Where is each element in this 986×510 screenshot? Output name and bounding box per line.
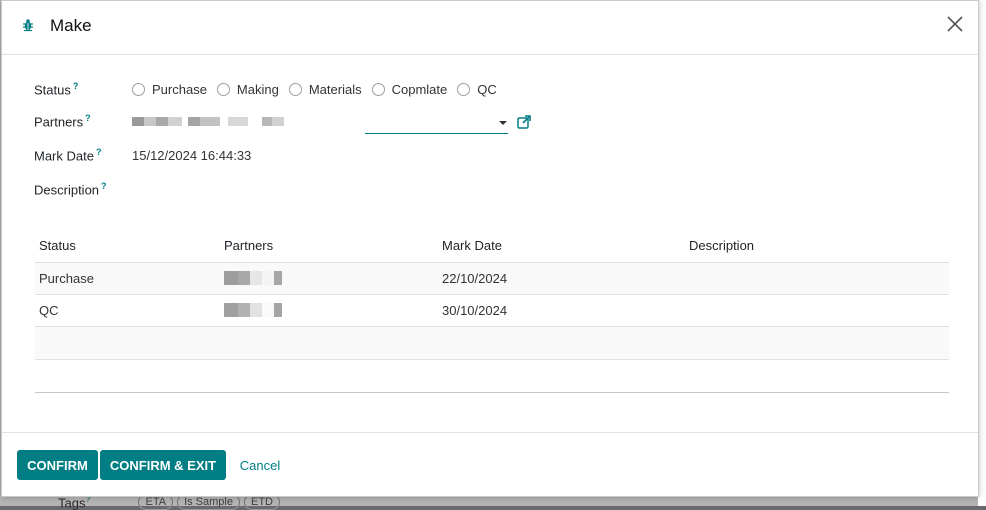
radio-button[interactable] xyxy=(288,82,302,96)
status-option-making[interactable]: Making xyxy=(216,81,279,97)
radio-button[interactable] xyxy=(216,82,230,96)
radio-label: Copmlate xyxy=(391,81,448,97)
column-header[interactable]: Partners xyxy=(220,229,438,263)
table-empty-row xyxy=(35,326,949,360)
background-page-edge xyxy=(978,0,986,506)
mark-date-value[interactable]: 15/12/2024 16:44:33 xyxy=(132,148,251,163)
partner-select-input[interactable] xyxy=(365,112,508,134)
table-cell xyxy=(685,294,949,327)
radio-label: QC xyxy=(477,81,497,97)
external-link-icon[interactable] xyxy=(517,115,531,129)
dialog-footer: CONFIRM CONFIRM & EXIT Cancel xyxy=(2,432,978,496)
description-field: Description? xyxy=(34,181,132,197)
table-cell xyxy=(220,262,438,295)
radio-button[interactable] xyxy=(132,82,145,96)
mark-date-label: Mark Date? xyxy=(34,147,102,164)
partners-field: Partners? xyxy=(34,113,284,129)
status-label: Status? xyxy=(34,81,79,98)
column-header[interactable]: Mark Date xyxy=(438,229,685,263)
help-tooltip-icon[interactable]: ? xyxy=(85,113,91,123)
status-option-copmlate[interactable]: Copmlate xyxy=(371,81,448,97)
table-row[interactable]: Purchase 22/10/2024 xyxy=(35,262,949,295)
radio-button[interactable] xyxy=(457,82,471,96)
cancel-button[interactable]: Cancel xyxy=(230,450,290,480)
table-header-row: Status Partners Mark Date Description xyxy=(35,229,949,263)
status-field: Status? Purchase Making Materials Copmla… xyxy=(34,81,507,97)
dialog-header: Make xyxy=(2,1,978,55)
status-radio-group: Purchase Making Materials Copmlate QC xyxy=(132,82,507,97)
description-label: Description? xyxy=(34,181,107,198)
confirm-button[interactable]: CONFIRM xyxy=(17,450,98,480)
status-option-purchase[interactable]: Purchase xyxy=(132,82,207,97)
dialog-title: Make xyxy=(50,16,92,35)
help-tooltip-icon[interactable]: ? xyxy=(96,147,102,157)
mark-date-field: Mark Date? 15/12/2024 16:44:33 xyxy=(34,147,251,163)
table-empty-row xyxy=(35,359,949,393)
column-header[interactable]: Description xyxy=(685,229,949,263)
close-icon[interactable] xyxy=(946,15,964,33)
history-table: Status Partners Mark Date Description Pu… xyxy=(35,229,949,393)
partners-redacted-value xyxy=(132,116,284,126)
table-cell: QC xyxy=(35,294,220,327)
table-cell: 30/10/2024 xyxy=(438,294,685,327)
table-cell xyxy=(220,294,438,327)
table-row[interactable]: QC 30/10/2024 xyxy=(35,294,949,327)
make-dialog: Make Status? Purchase Making Materials C xyxy=(1,0,979,497)
table-cell: 22/10/2024 xyxy=(438,262,685,295)
radio-label: Making xyxy=(236,81,279,97)
partner-redacted-cell xyxy=(224,271,438,285)
status-option-materials[interactable]: Materials xyxy=(288,81,362,97)
radio-label: Purchase xyxy=(152,81,207,97)
status-option-qc[interactable]: QC xyxy=(457,82,497,97)
help-tooltip-icon[interactable]: ? xyxy=(73,81,79,91)
radio-button[interactable] xyxy=(371,82,385,96)
partners-label: Partners? xyxy=(34,113,91,130)
confirm-exit-button[interactable]: CONFIRM & EXIT xyxy=(100,450,226,480)
table-cell xyxy=(685,262,949,295)
table-cell: Purchase xyxy=(35,262,220,295)
bug-icon xyxy=(23,19,33,32)
column-header[interactable]: Status xyxy=(35,229,220,263)
chevron-down-icon[interactable] xyxy=(499,121,507,125)
radio-label: Materials xyxy=(308,81,362,97)
help-tooltip-icon[interactable]: ? xyxy=(101,181,107,191)
partner-redacted-cell xyxy=(224,303,438,317)
